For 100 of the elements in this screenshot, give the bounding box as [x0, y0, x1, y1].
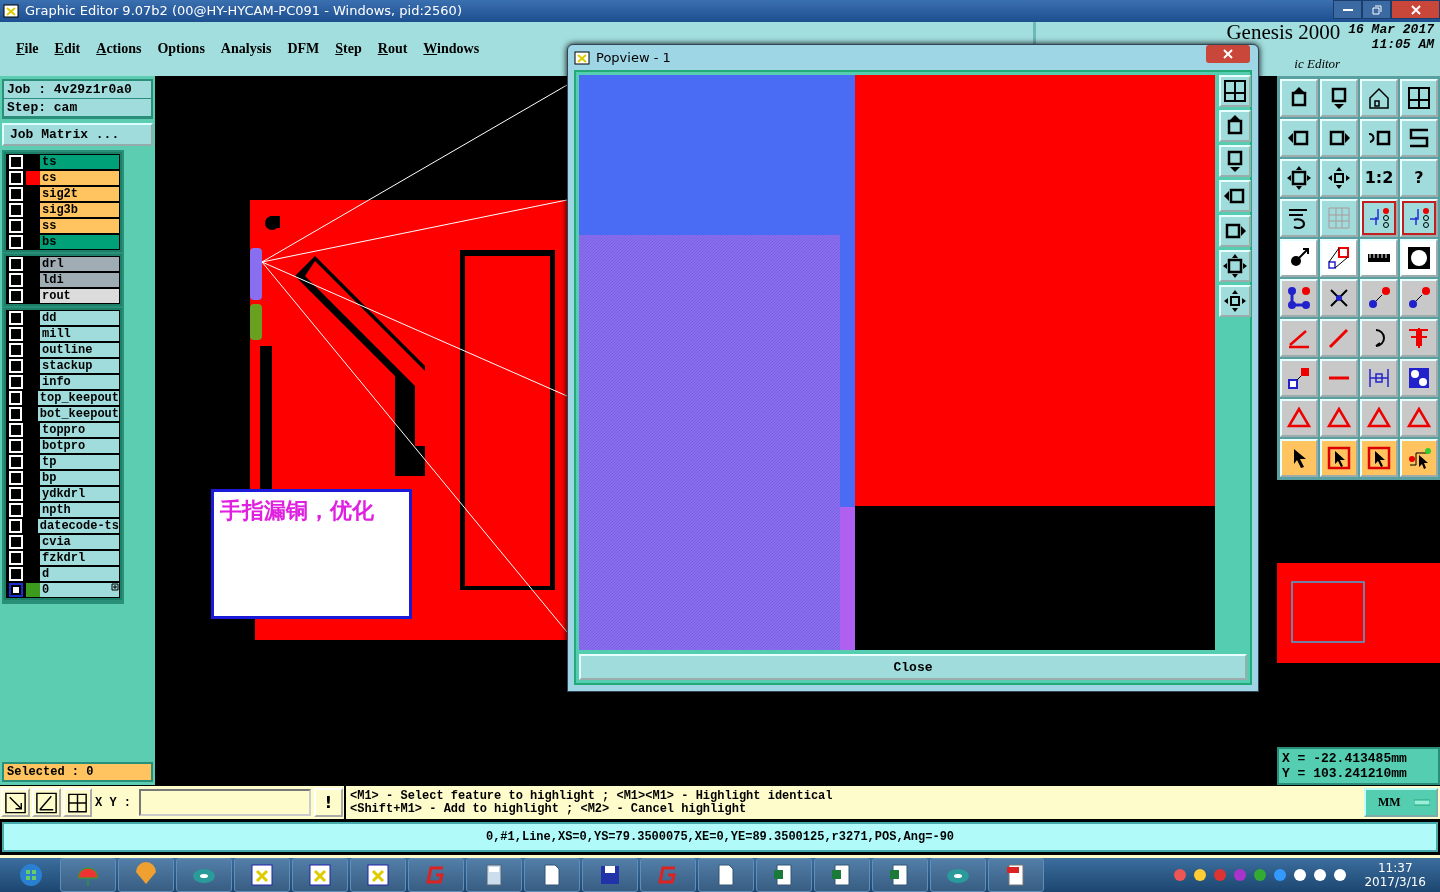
layer-checkbox[interactable] — [9, 582, 23, 597]
tool-button[interactable] — [1400, 438, 1438, 477]
layer-name[interactable]: dd — [40, 310, 119, 325]
tool-button[interactable] — [1360, 318, 1398, 357]
layer-name[interactable]: d — [40, 566, 119, 581]
layer-name[interactable]: ldi — [40, 272, 119, 287]
layer-name[interactable]: datecode-ts — [37, 518, 119, 533]
layer-name[interactable]: top_keepout — [37, 390, 119, 405]
menu-item[interactable]: Rout — [369, 40, 416, 57]
layer-name[interactable]: mill — [40, 326, 119, 341]
tool-button[interactable] — [1320, 158, 1358, 197]
tool-button[interactable] — [1400, 78, 1438, 117]
tool-button[interactable] — [1280, 118, 1318, 157]
layer-name[interactable]: outline — [40, 342, 119, 357]
tool-button[interactable] — [1320, 278, 1358, 317]
cursor-box-icon — [1326, 444, 1352, 471]
taskbar-button[interactable] — [350, 858, 406, 892]
layer-name[interactable]: toppro — [40, 422, 119, 437]
layer-name[interactable]: bot_keepout — [37, 406, 119, 421]
popview-tool-button[interactable] — [1219, 215, 1251, 247]
layer-name[interactable]: bs — [40, 234, 119, 249]
menu-item[interactable]: Options — [149, 40, 213, 57]
zoom-button[interactable] — [1, 788, 30, 818]
minimize-button[interactable] — [1333, 0, 1362, 19]
taskbar-button[interactable] — [988, 858, 1044, 892]
popview-tool-button[interactable] — [1219, 180, 1251, 212]
tool-button[interactable] — [1280, 438, 1318, 477]
zoom-ratio-button[interactable]: 1:2 — [1360, 158, 1398, 197]
taskbar-button[interactable] — [292, 858, 348, 892]
close-button[interactable] — [1391, 0, 1440, 19]
tool-button[interactable] — [1400, 238, 1438, 277]
tool-button[interactable] — [1320, 78, 1358, 117]
tool-button[interactable] — [1280, 278, 1318, 317]
alert-button[interactable]: ! — [314, 788, 343, 818]
taskbar-button[interactable] — [756, 858, 812, 892]
layer-name[interactable]: fzkdrl — [40, 550, 119, 565]
layer-name[interactable]: rout — [40, 288, 119, 303]
tool-button[interactable] — [1280, 198, 1318, 237]
tool-button[interactable] — [1280, 78, 1318, 117]
angle-button[interactable] — [32, 788, 61, 818]
app-icon — [3, 3, 19, 18]
tool-button[interactable] — [1280, 358, 1318, 397]
tool-button[interactable] — [1360, 118, 1398, 157]
help-button[interactable]: ? — [1400, 158, 1438, 197]
tool-button[interactable] — [1360, 278, 1398, 317]
layer-name[interactable]: drl — [40, 256, 119, 271]
tool-button[interactable] — [1360, 238, 1398, 277]
grid-button[interactable] — [63, 788, 92, 818]
popview-tool-button[interactable] — [1219, 250, 1251, 282]
job-matrix-button[interactable]: Job Matrix ... — [2, 122, 153, 146]
menu-item[interactable]: Step — [327, 40, 370, 57]
tool-button[interactable] — [1320, 438, 1358, 477]
layer-name[interactable]: 0 — [40, 582, 119, 597]
taskbar-button[interactable] — [582, 858, 638, 892]
taskbar-button[interactable] — [466, 858, 522, 892]
menu-item[interactable]: Edit — [46, 40, 89, 57]
close-icon — [1409, 3, 1422, 16]
layer-name[interactable]: bp — [40, 470, 119, 485]
xy-input-field[interactable] — [139, 789, 311, 817]
menu-item[interactable]: Windows — [415, 40, 488, 57]
tool-button[interactable] — [1400, 278, 1438, 317]
popview-tool-button[interactable] — [1219, 285, 1251, 317]
tool-button[interactable] — [1360, 438, 1398, 477]
menu-item[interactable]: Actions — [88, 40, 150, 57]
tool-button[interactable] — [1400, 358, 1438, 397]
menu-item[interactable]: DFM — [279, 40, 328, 57]
layer-name[interactable]: ss — [40, 218, 119, 233]
layer-name[interactable]: sig2t — [40, 186, 119, 201]
layer-name[interactable]: ydkdrl — [40, 486, 119, 501]
popview-tool-button[interactable] — [1219, 75, 1251, 107]
layer-name[interactable]: info — [40, 374, 119, 389]
taskbar-button[interactable] — [814, 858, 870, 892]
popview-close-button[interactable] — [1206, 45, 1250, 63]
popview-tool-button[interactable] — [1219, 145, 1251, 177]
popview-close-bottom-button[interactable]: Close — [579, 654, 1247, 680]
layer-name[interactable]: ts — [40, 154, 119, 169]
tool-button[interactable] — [1360, 78, 1398, 117]
tool-button[interactable] — [1400, 118, 1438, 157]
dropdown-bar-icon — [1414, 798, 1430, 808]
tool-button[interactable] — [1280, 238, 1318, 277]
taskbar-button[interactable] — [698, 858, 754, 892]
layer-name[interactable]: botpro — [40, 438, 119, 453]
menu-item[interactable]: File — [8, 40, 47, 57]
taskbar-button[interactable] — [872, 858, 928, 892]
tool-button[interactable] — [1360, 358, 1398, 397]
expand-box-icon — [1222, 253, 1248, 279]
menu-item[interactable]: Analysis — [212, 40, 280, 57]
layer-name[interactable]: cs — [40, 170, 119, 185]
popview-tool-button[interactable] — [1219, 110, 1251, 142]
layer-name[interactable]: tp — [40, 454, 119, 469]
tool-button[interactable] — [1320, 118, 1358, 157]
maximize-button[interactable] — [1362, 0, 1391, 19]
taskbar-button[interactable] — [524, 858, 580, 892]
layer-name[interactable]: npth — [40, 502, 119, 517]
taskbar-button[interactable] — [234, 858, 290, 892]
tool-button[interactable] — [1280, 158, 1318, 197]
layer-name[interactable]: stackup — [40, 358, 119, 373]
layer-name[interactable]: cvia — [40, 534, 119, 549]
units-dropdown[interactable]: MM — [1364, 788, 1438, 818]
layer-name[interactable]: sig3b — [40, 202, 119, 217]
